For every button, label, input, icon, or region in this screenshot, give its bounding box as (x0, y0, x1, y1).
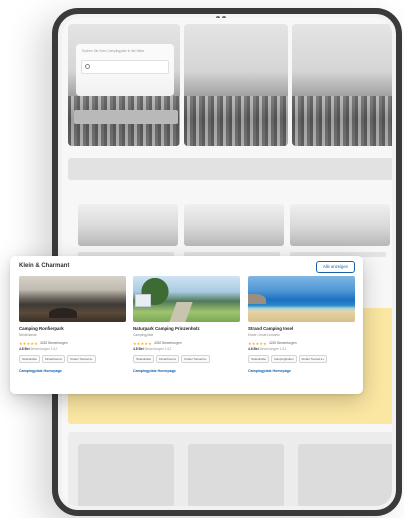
feature-tag: Kinderfreund. (41, 355, 66, 363)
score-value: 4.8 Bei (248, 347, 259, 351)
score-value: 4.8 Bei (19, 347, 30, 351)
score-row: 4.8 Bei Bewertungen 1/12 (19, 347, 126, 351)
score-subtext: Bewertungen 1/12 (259, 347, 287, 351)
review-count: 4282 Bewertungen (153, 341, 182, 345)
rating-row: ★★★★★ 4282 Bewertungen (133, 341, 240, 346)
section-title: Klein & Charmant (19, 263, 70, 269)
search-hint: Suchen Sie Ihren Campingplatz in der Näh… (82, 49, 145, 53)
campsite-name[interactable]: Strand Camping Insel (248, 326, 355, 331)
footer-panel (68, 432, 392, 506)
feature-tag: Strandnähe (133, 355, 154, 363)
score-subtext: Bewertungen 1/12 (30, 347, 58, 351)
feature-tag: Campinghütten (270, 355, 297, 363)
hero-image (292, 24, 392, 146)
review-count: 4282 Bewertungen (39, 341, 68, 345)
placeholder-bar (68, 158, 392, 180)
campsite-location: Küste • Insel Lemonic (248, 332, 280, 337)
campsite-homepage-link[interactable]: Campingplatz Homepage (19, 369, 126, 373)
campsite-homepage-link[interactable]: Campingplatz Homepage (248, 369, 355, 373)
campsite-photo[interactable] (248, 276, 355, 322)
campsite-photo[interactable] (19, 276, 126, 322)
rating-row: ★★★★★ 4282 Bewertungen (19, 341, 126, 346)
rating-row: ★★★★★ 4282 Bewertungen (248, 341, 355, 346)
show-all-button[interactable]: Alle anzeigen (315, 261, 355, 273)
score-row: 4.8 Bei Bewertungen 1/12 (248, 347, 355, 351)
score-subtext: Bewertungen 1/12 (144, 347, 172, 351)
campsite-location: Niederlande (19, 332, 37, 337)
footer-tile[interactable] (78, 444, 174, 506)
search-input[interactable] (81, 60, 169, 74)
footer-tile[interactable] (188, 444, 284, 506)
star-rating-icon: ★★★★★ (133, 340, 152, 346)
campsite-name[interactable]: Naturpark Camping Prinzenholz (133, 326, 240, 331)
campsite-photo[interactable] (133, 276, 240, 322)
campsite-location: Campingplatz (133, 332, 154, 337)
feature-tag: Kinder Tierseil 2+ (298, 355, 327, 363)
tag-list: Strandnähe Kinderfreund. Kinder Tierseil… (19, 355, 126, 363)
score-value: 4.8 Bei (133, 347, 144, 351)
tag-list: Strandnähe Campinghütten Kinder Tierseil… (248, 355, 355, 363)
campsite-card[interactable]: Strand Camping Insel Küste • Insel Lemon… (248, 276, 355, 388)
star-rating-icon: ★★★★★ (248, 340, 267, 346)
feature-tag: Kinder Tierseil 2+ (67, 355, 96, 363)
feature-tag: Kinder Tierseil 2+ (181, 355, 210, 363)
ghost-card[interactable] (290, 204, 390, 246)
campsite-homepage-link[interactable]: Campingplatz Homepage (133, 369, 240, 373)
search-panel: Suchen Sie Ihren Campingplatz in der Näh… (76, 44, 174, 96)
tag-list: Strandnähe Kinderfreund. Kinder Tierseil… (133, 355, 240, 363)
footer-tile[interactable] (298, 444, 392, 506)
score-row: 4.8 Bei Bewertungen 1/12 (133, 347, 240, 351)
search-submit-button[interactable] (74, 110, 178, 124)
campsite-name[interactable]: Camping Ronfierpark (19, 326, 126, 331)
ghost-card[interactable] (184, 204, 284, 246)
feature-tag: Kinderfreund. (155, 355, 180, 363)
ghost-card[interactable] (78, 204, 178, 246)
feature-tag: Strandnähe (248, 355, 269, 363)
campsite-carousel-card: Klein & Charmant Alle anzeigen Camping R… (10, 256, 363, 394)
search-icon (85, 64, 90, 69)
star-rating-icon: ★★★★★ (19, 340, 38, 346)
campsite-card[interactable]: Naturpark Camping Prinzenholz Campingpla… (133, 276, 240, 388)
campsite-card[interactable]: Camping Ronfierpark Niederlande ★★★★★ 42… (19, 276, 126, 388)
hero-image (184, 24, 288, 146)
feature-tag: Strandnähe (19, 355, 40, 363)
review-count: 4282 Bewertungen (268, 341, 297, 345)
